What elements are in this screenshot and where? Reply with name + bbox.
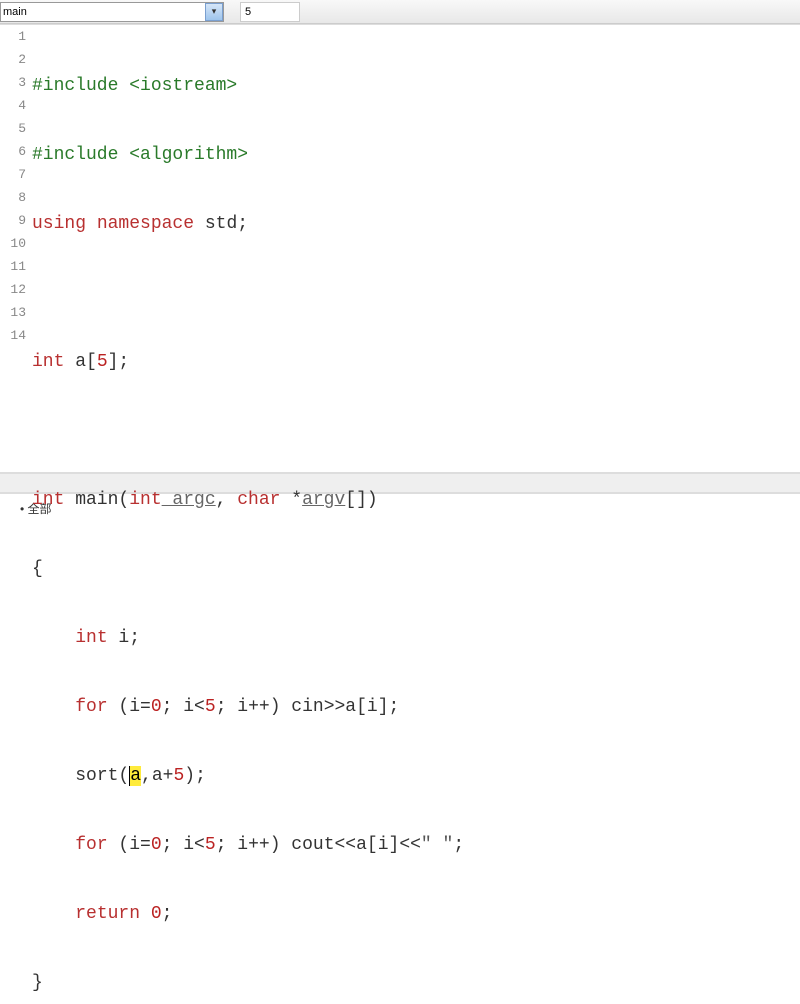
line-indicator-field[interactable]: 5 [240, 2, 300, 22]
line-number: 4 [0, 98, 30, 121]
line-number: 11 [0, 259, 30, 282]
function-dropdown-value: main [3, 6, 27, 18]
code-line [32, 282, 800, 305]
highlighted-text: a [130, 766, 141, 786]
code-line: return 0; [32, 903, 800, 926]
code-line: int i; [32, 627, 800, 650]
code-line: int a[5]; [32, 351, 800, 374]
code-line: #include <algorithm> [32, 144, 800, 167]
code-line: using namespace std; [32, 213, 800, 236]
chevron-down-icon[interactable]: ▾ [205, 3, 223, 21]
line-number: 6 [0, 144, 30, 167]
line-number-gutter: 1234567891011121314 [0, 25, 30, 454]
code-line [32, 420, 800, 443]
line-number: 7 [0, 167, 30, 190]
code-editor[interactable]: 1234567891011121314 #include <iostream> … [0, 24, 800, 454]
line-number: 10 [0, 236, 30, 259]
line-number: 9 [0, 213, 30, 236]
code-line: sort(a,a+5); [32, 765, 800, 788]
line-number: 3 [0, 75, 30, 98]
line-number: 8 [0, 190, 30, 213]
code-line: for (i=0; i<5; i++) cin>>a[i]; [32, 696, 800, 719]
code-line: int main(int argc, char *argv[]) [32, 489, 800, 512]
code-line: for (i=0; i<5; i++) cout<<a[i]<<" "; [32, 834, 800, 857]
code-area[interactable]: #include <iostream> #include <algorithm>… [32, 29, 800, 1004]
function-dropdown[interactable]: main ▾ [0, 2, 224, 22]
code-line: #include <iostream> [32, 75, 800, 98]
line-number: 1 [0, 29, 30, 52]
line-number: 14 [0, 328, 30, 351]
editor-toolbar: main ▾ 5 [0, 0, 800, 24]
code-line: } [32, 972, 800, 995]
line-number: 5 [0, 121, 30, 144]
line-indicator-value: 5 [245, 6, 251, 18]
line-number: 12 [0, 282, 30, 305]
line-number: 2 [0, 52, 30, 75]
line-number: 13 [0, 305, 30, 328]
code-line: { [32, 558, 800, 581]
